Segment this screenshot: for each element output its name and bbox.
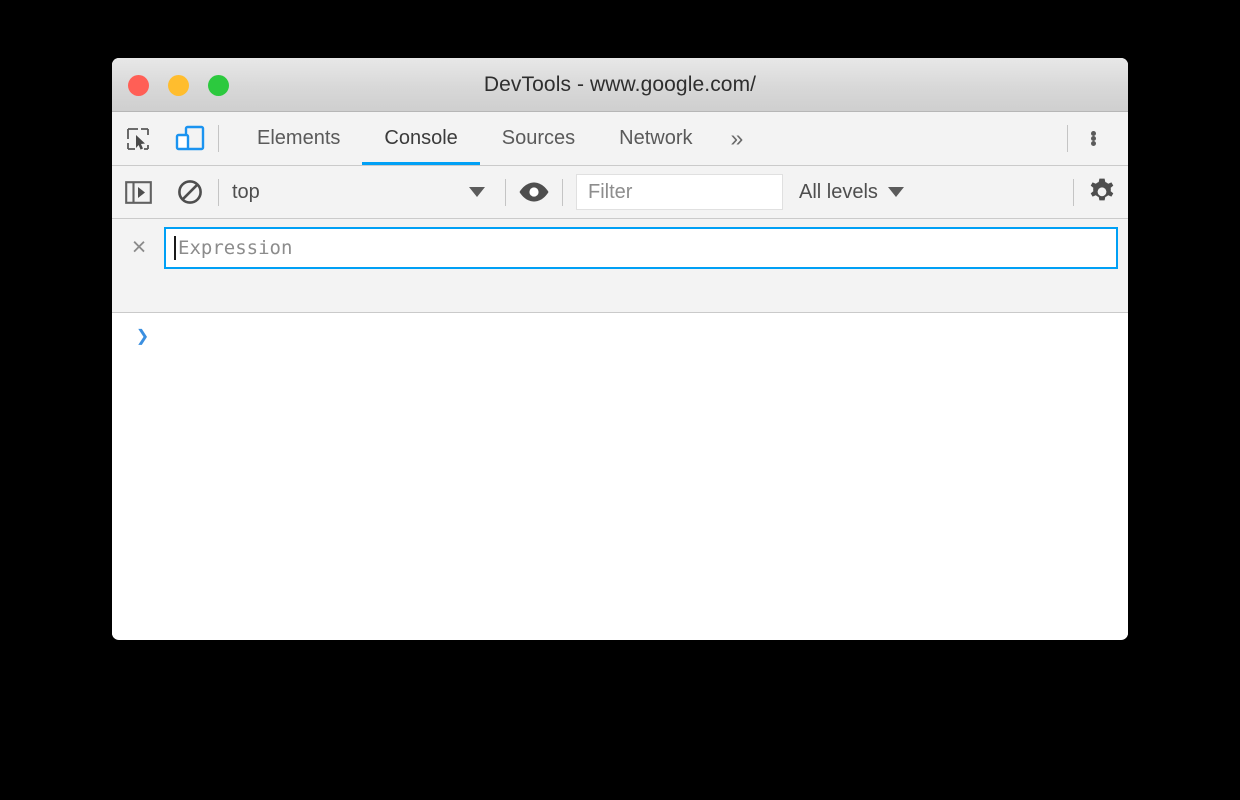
chevron-down-icon	[887, 187, 904, 197]
more-tabs-button[interactable]: »	[715, 112, 760, 165]
tabbar-divider-2	[1067, 125, 1068, 152]
log-level-selector[interactable]: All levels	[783, 166, 920, 218]
console-toolbar-divider-3	[562, 178, 563, 206]
window-title: DevTools - www.google.com/	[483, 73, 757, 96]
tab-sources[interactable]: Sources	[480, 112, 597, 165]
kebab-menu-icon	[1090, 131, 1096, 146]
console-toolbar-divider-4	[1073, 178, 1074, 206]
live-expression-row: × Expression	[112, 227, 1128, 269]
devtools-main-tabbar: Elements Console Sources Network »	[112, 112, 1128, 166]
tab-network-label: Network	[619, 127, 693, 149]
sidebar-panel-icon	[124, 180, 152, 204]
console-toolbar-divider-2	[505, 178, 506, 206]
execution-context-value: top	[232, 180, 260, 203]
main-menu-button[interactable]	[1070, 112, 1116, 165]
tab-console[interactable]: Console	[362, 112, 481, 165]
eye-icon	[518, 181, 550, 203]
live-expression-input[interactable]: Expression	[164, 227, 1118, 269]
log-level-value: All levels	[799, 180, 878, 203]
tabbar-right-group	[1065, 112, 1128, 165]
tab-console-label: Console	[384, 127, 458, 149]
tabbar-divider-1	[218, 125, 219, 152]
console-sidebar-toggle-button[interactable]	[112, 166, 164, 218]
live-expression-placeholder: Expression	[178, 237, 293, 259]
tab-sources-label: Sources	[501, 127, 576, 149]
tab-network[interactable]: Network	[597, 112, 714, 165]
inspect-element-icon	[125, 126, 151, 152]
execution-context-selector[interactable]: top	[221, 166, 503, 218]
console-toolbar: top Filter All levels	[112, 166, 1128, 219]
window-titlebar: DevTools - www.google.com/	[112, 58, 1128, 112]
inspect-element-button[interactable]	[112, 112, 164, 165]
devtools-tab-list: Elements Console Sources Network »	[235, 112, 759, 165]
text-cursor	[174, 236, 176, 260]
console-toolbar-right-group	[1071, 166, 1128, 218]
tab-elements-label: Elements	[257, 127, 341, 149]
clear-console-icon	[177, 179, 203, 205]
console-filter-input[interactable]: Filter	[576, 174, 783, 210]
clear-console-button[interactable]	[164, 166, 216, 218]
live-expression-pane: × Expression	[112, 219, 1128, 313]
prompt-chevron-icon: ❯	[136, 324, 150, 349]
gear-icon	[1087, 177, 1117, 207]
devtools-window: DevTools - www.google.com/ Elements Cons…	[112, 58, 1128, 640]
console-filter-placeholder: Filter	[588, 180, 633, 203]
double-chevron-right-icon: »	[730, 125, 744, 151]
console-output-area[interactable]: ❯	[112, 313, 1128, 638]
remove-live-expression-button[interactable]: ×	[126, 227, 152, 267]
device-toolbar-button[interactable]	[164, 112, 216, 165]
console-toolbar-divider-1	[218, 178, 219, 206]
console-settings-button[interactable]	[1076, 166, 1128, 218]
device-toolbar-icon	[175, 125, 205, 153]
close-icon: ×	[131, 232, 147, 261]
console-prompt-row[interactable]: ❯	[112, 324, 1128, 350]
tab-elements[interactable]: Elements	[235, 112, 362, 165]
create-live-expression-button[interactable]	[508, 166, 560, 218]
chevron-down-icon	[469, 187, 485, 197]
